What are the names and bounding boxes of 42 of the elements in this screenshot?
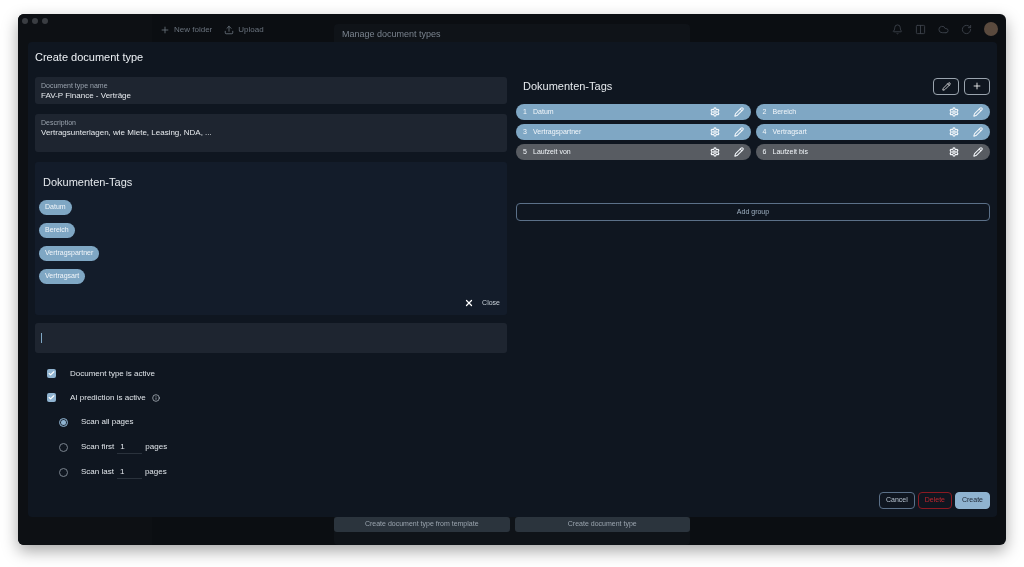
input-field[interactable] [35, 323, 507, 353]
close-window-icon[interactable] [22, 18, 28, 24]
radio-button[interactable] [59, 417, 68, 427]
pencil-icon[interactable] [733, 147, 744, 157]
page-count-field[interactable]: 1 [117, 440, 143, 454]
gear-icon[interactable] [949, 147, 959, 157]
field-value: FAV-P Finance - Verträge [41, 90, 132, 101]
refresh-icon[interactable] [961, 24, 972, 35]
checkbox[interactable] [47, 369, 56, 378]
plus-icon [160, 25, 170, 35]
radio-label: Scan last [81, 466, 114, 478]
edit-button[interactable] [933, 77, 959, 95]
radio-suffix: pages [145, 441, 168, 453]
bell-icon[interactable] [892, 24, 903, 35]
upload-icon [224, 25, 235, 35]
panel-heading: Dokumenten-Tags [43, 175, 134, 190]
panel-title: Manage document types [341, 28, 442, 39]
toolbar-button[interactable]: New folder [160, 24, 213, 36]
checkbox[interactable] [47, 393, 56, 402]
checkbox-label: Document type is active [70, 367, 155, 380]
plus-icon [972, 81, 982, 91]
columns-icon[interactable] [915, 24, 926, 35]
text-cursor [41, 333, 42, 343]
close-icon [464, 297, 475, 308]
radio-suffix: pages [144, 466, 167, 478]
zoom-window-icon[interactable] [42, 18, 48, 24]
add-button[interactable] [964, 77, 990, 95]
minimize-window-icon[interactable] [32, 18, 38, 24]
checkbox-label: AI prediction is active [70, 391, 146, 404]
pencil-icon [941, 81, 951, 91]
avatar[interactable] [984, 22, 998, 36]
dialog-title: Create document type [35, 50, 145, 65]
info-icon[interactable] [151, 393, 160, 402]
page-count-field[interactable]: 1 [116, 465, 142, 479]
pencil-icon[interactable] [973, 147, 983, 157]
radio-label: Scan first [81, 441, 115, 453]
radio-label: Scan all pages [81, 416, 134, 428]
cloud-icon[interactable] [938, 24, 949, 35]
field-value: Vertragsunterlagen, wie Miete, Leasing, NDA, ... [41, 127, 213, 138]
toolbar-button[interactable]: Upload [224, 24, 264, 36]
tags-heading: Dokumenten-Tags [523, 78, 613, 94]
gear-icon[interactable] [709, 147, 720, 157]
